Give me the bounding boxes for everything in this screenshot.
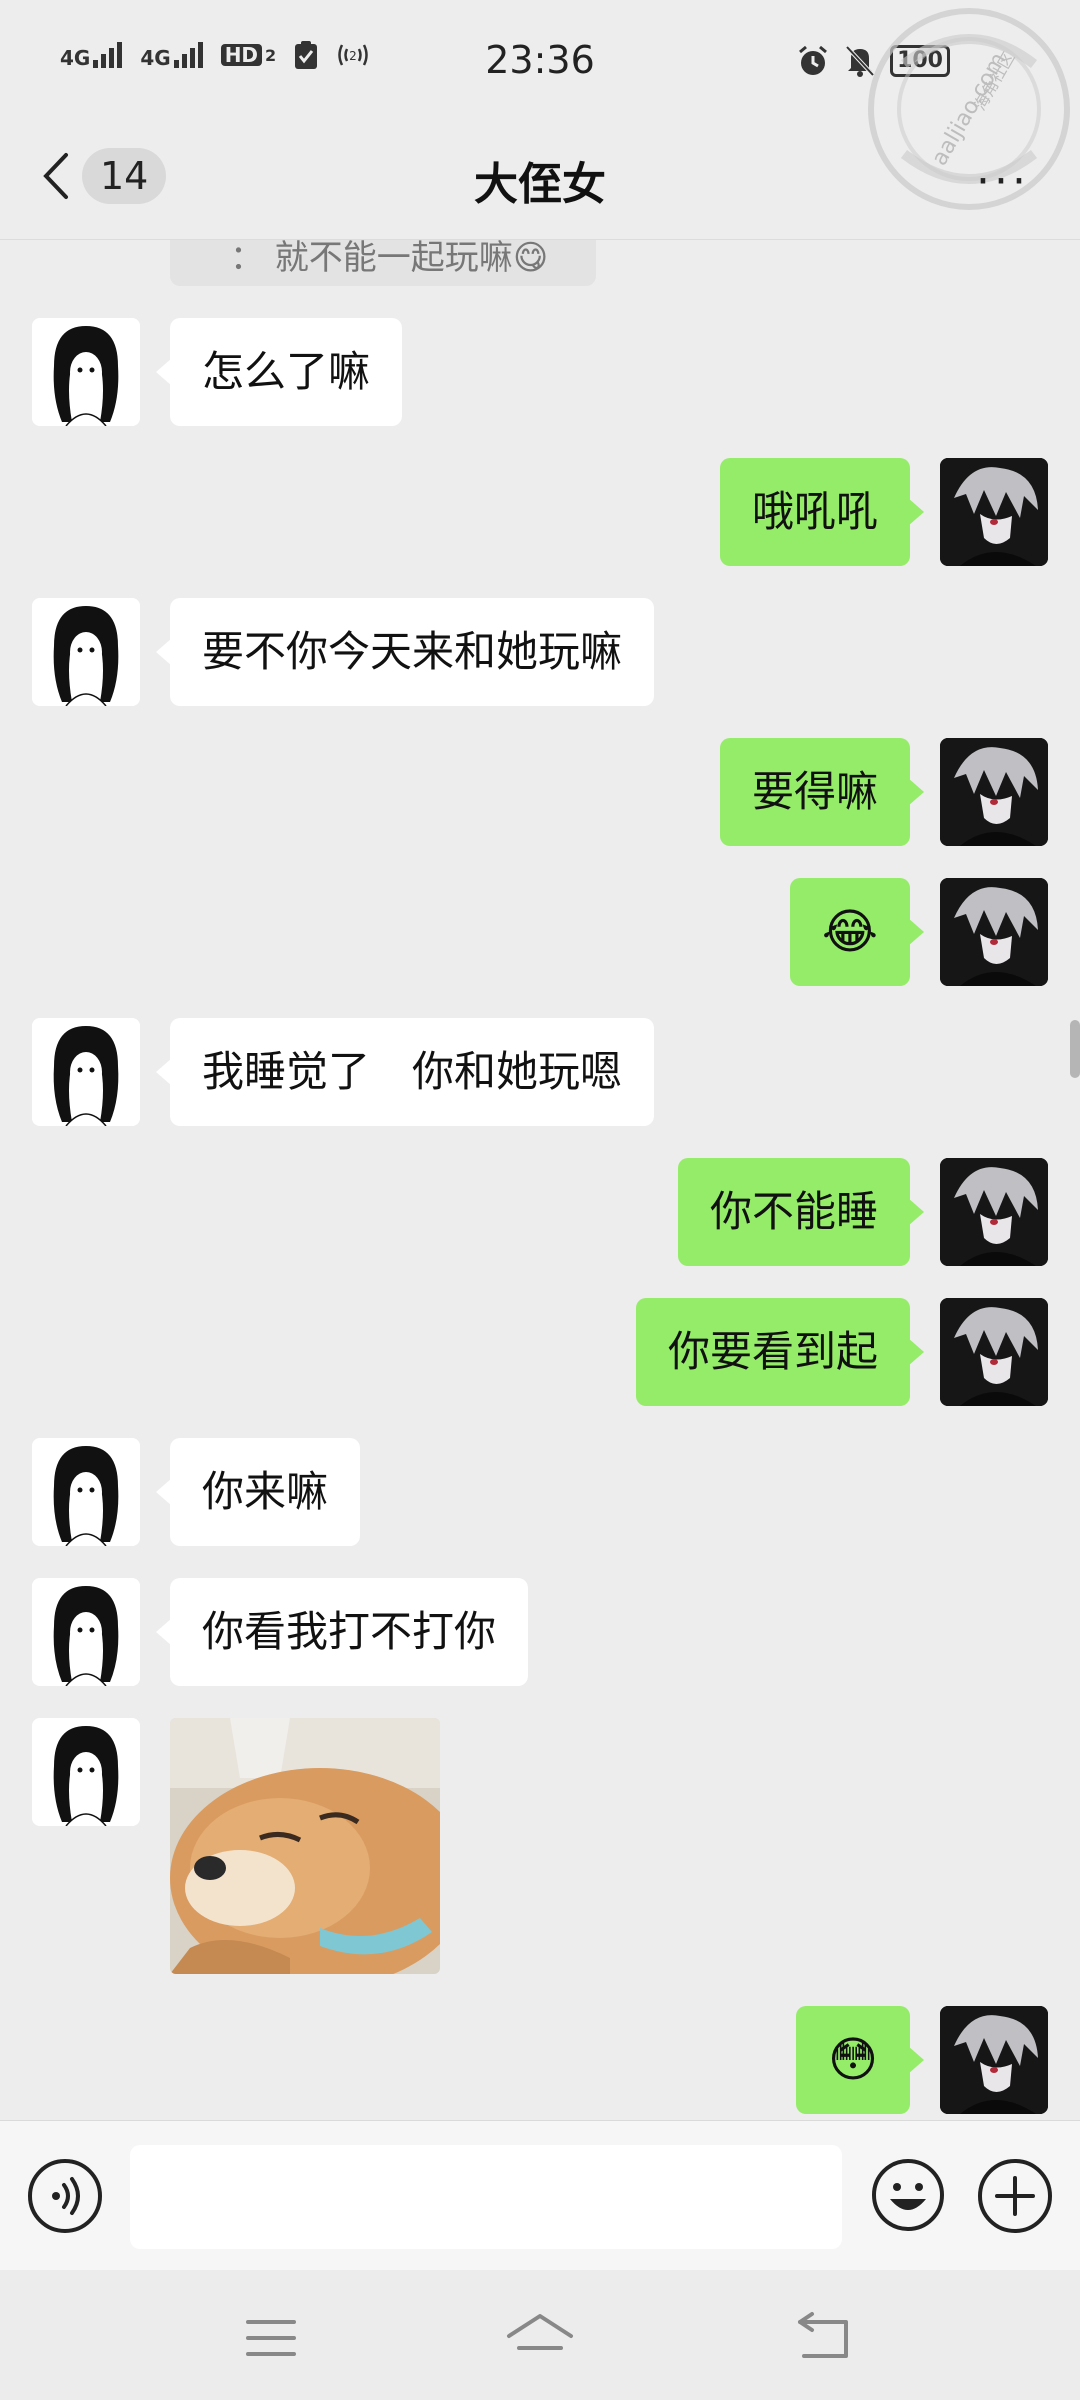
back-icon [798,2312,848,2358]
contact-avatar[interactable] [32,1578,140,1686]
voice-input-button[interactable] [28,2159,102,2233]
incoming-message[interactable]: 我睡觉了 你和她玩嗯 [155,1018,655,1126]
voice-icon [52,2177,80,2215]
system-navigation-bar [0,2270,1080,2400]
incoming-message[interactable]: 要不你今天来和她玩嘛 [155,598,655,706]
alarm-icon [799,45,828,75]
girl-avatar-icon [32,1438,140,1546]
my-avatar[interactable] [940,2006,1048,2114]
contact-avatar[interactable] [32,1438,140,1546]
more-options-button[interactable]: ··· [976,156,1030,207]
my-avatar[interactable] [940,738,1048,846]
girl-avatar-icon [32,318,140,426]
message-input[interactable] [130,2145,842,2249]
outgoing-message[interactable]: 你不能睡 [677,1158,925,1266]
contact-avatar[interactable] [32,1018,140,1126]
chat-header: 14 大侄女 ··· [0,130,1080,240]
outgoing-message[interactable]: 哦吼吼 [719,458,925,566]
home-button[interactable] [505,2308,575,2368]
incoming-message[interactable]: 你来嘛 [155,1438,361,1546]
contact-avatar[interactable] [32,598,140,706]
outgoing-message[interactable]: 要得嘛 [719,738,925,846]
contact-avatar[interactable] [32,318,140,426]
chat-title: 大侄女 [474,159,606,210]
outgoing-emoji-message[interactable]: 😂 [789,878,925,986]
menu-icon [246,2320,296,2356]
quoted-message[interactable]: ： 就不能一起玩嘛😋 [170,240,596,286]
girl-avatar-icon [32,1718,140,1826]
incoming-message[interactable]: 怎么了嘛 [155,318,403,426]
quoted-emoji: 😋 [512,240,549,278]
boy-avatar-icon [940,2006,1048,2114]
incoming-message[interactable]: 你看我打不打你 [155,1578,529,1686]
emoji-button[interactable] [870,2157,946,2233]
boy-avatar-icon [940,1298,1048,1406]
recent-apps-button[interactable] [236,2308,306,2368]
input-bar [0,2120,1080,2270]
girl-avatar-icon [32,1578,140,1686]
contact-avatar[interactable] [32,1718,140,1826]
message-list[interactable]: ： 就不能一起玩嘛😋 怎么了嘛 哦吼吼 要不你今天来和她玩嘛 要得嘛 😂 我睡觉… [0,240,1080,2120]
back-nav-button[interactable] [790,2308,860,2368]
quoted-text: ： 就不能一起玩嘛 [230,240,513,278]
boy-avatar-icon [940,458,1048,566]
my-avatar[interactable] [940,1298,1048,1406]
outgoing-emoji-message[interactable]: 😳 [795,2006,925,2114]
shiba-dog-image [170,1718,440,1974]
plus-icon [995,2176,1035,2216]
scrollbar-thumb[interactable] [1070,1020,1080,1078]
my-avatar[interactable] [940,878,1048,986]
more-functions-button[interactable] [978,2159,1052,2233]
girl-avatar-icon [32,1018,140,1126]
boy-avatar-icon [940,1158,1048,1266]
my-avatar[interactable] [940,1158,1048,1266]
girl-avatar-icon [32,598,140,706]
boy-avatar-icon [940,738,1048,846]
home-icon [507,2314,573,2350]
outgoing-message[interactable]: 你要看到起 [635,1298,925,1406]
boy-avatar-icon [940,878,1048,986]
my-avatar[interactable] [940,458,1048,566]
emoji-icon [872,2159,944,2231]
shiba-dog-sticker[interactable] [170,1718,440,1974]
